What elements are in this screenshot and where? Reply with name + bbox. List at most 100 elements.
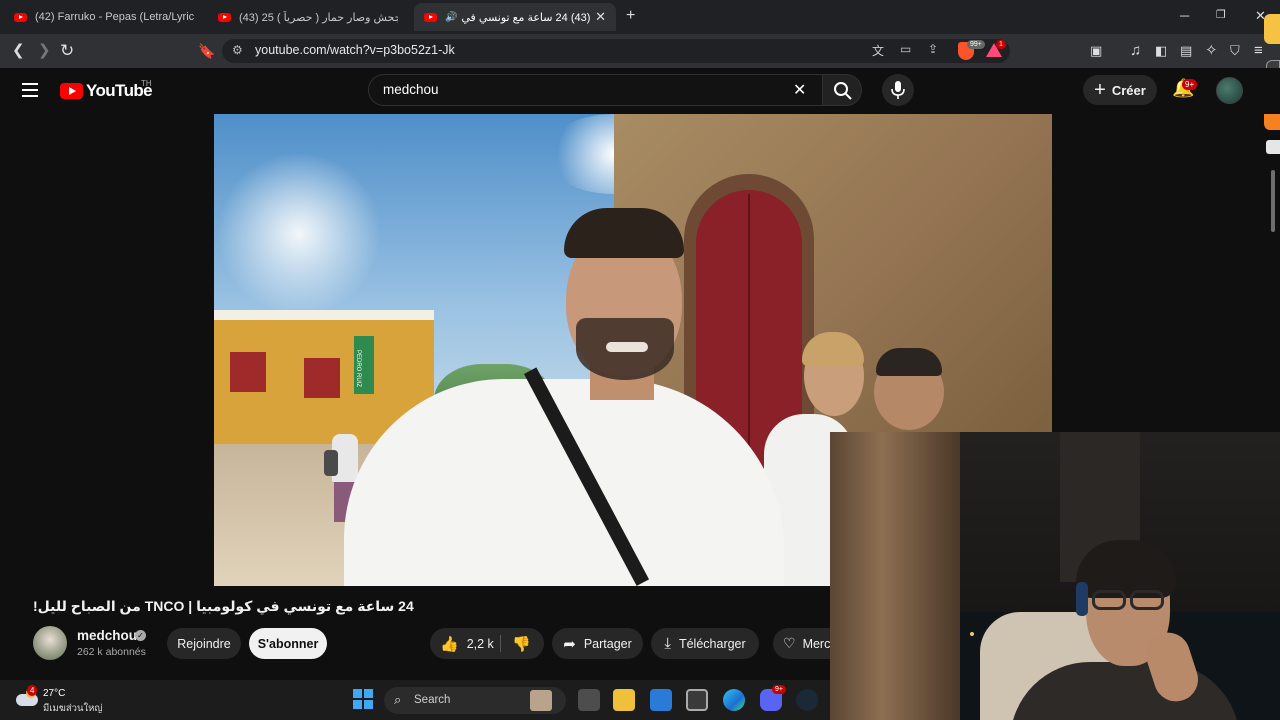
address-bar[interactable]: ⚙ youtube.com/watch?v=p3bo52z1-Jk 文 ▭ ⇪ <box>222 39 1010 63</box>
tab-title: (42) Farruko - Pepas (Letra/Lyrics) - Yo <box>35 11 194 23</box>
reload-icon[interactable]: ↻ <box>60 41 74 61</box>
task-view-icon[interactable] <box>578 689 600 711</box>
microphone-icon <box>891 81 905 99</box>
download-button[interactable]: ⤓ Télécharger <box>651 628 759 659</box>
thanks-heart-icon: ♡ <box>783 635 796 651</box>
webcam-glasses <box>1130 590 1164 610</box>
wallet-icon[interactable]: ▤ <box>1180 41 1192 61</box>
sidebar-panel-icon[interactable]: ▣ <box>1090 41 1102 61</box>
video-building-cornice <box>214 310 434 320</box>
leo-ai-icon[interactable]: ✧ <box>1205 41 1218 61</box>
search-input[interactable]: medchou <box>383 82 439 97</box>
back-icon[interactable]: ❮ <box>12 41 25 61</box>
youtube-logo-icon[interactable] <box>60 83 83 99</box>
video-window <box>304 358 340 398</box>
join-label: Rejoindre <box>177 636 231 651</box>
side-extension-icon[interactable] <box>1266 140 1280 154</box>
windows-taskbar: 4 27°C มีเมฆส่วนใหญ่ ⌕ Search 9+ <box>0 680 830 720</box>
video-man-hair <box>876 348 942 376</box>
subscribe-label: S'abonner <box>257 636 319 651</box>
speaker-icon[interactable]: 🔊 <box>445 12 457 23</box>
steam-icon[interactable] <box>796 689 818 711</box>
search-icon <box>834 82 852 100</box>
thanks-button[interactable]: ♡ Merci <box>773 628 830 659</box>
new-tab-icon[interactable]: + <box>626 7 635 25</box>
tab-aljahsh[interactable]: (43) كبر الجحش وصار حمار ( حصرياً ) 25 <box>208 3 408 31</box>
voice-search-button[interactable] <box>882 74 914 106</box>
guide-menu-icon[interactable] <box>22 83 38 97</box>
youtube-favicon-icon <box>14 12 27 22</box>
tab-active-video[interactable]: 🔊 (43) 24 ساعة مع تونسي في كولومبيا ✕ <box>414 3 616 31</box>
download-icon: ⤓ <box>664 635 671 652</box>
bookmark-icon[interactable]: 🔖 <box>198 41 215 61</box>
video-vlogger-smile <box>606 342 648 352</box>
webcam-curtain <box>830 432 960 720</box>
share-page-icon[interactable]: ⇪ <box>928 42 938 56</box>
webcam-city-lights <box>970 632 974 636</box>
webcam-glasses <box>1092 590 1126 610</box>
account-avatar[interactable] <box>1216 77 1243 104</box>
webcam-headset <box>1076 582 1088 616</box>
video-title: 24 ساعة مع تونسي في كولومبيا | TNCO من ا… <box>33 598 823 615</box>
webcam-overlay <box>830 432 1280 720</box>
youtube-favicon-icon <box>424 12 437 22</box>
vpn-icon[interactable]: ⛉ <box>1230 41 1240 61</box>
weather-condition[interactable]: มีเมฆส่วนใหญ่ <box>43 701 102 716</box>
tab-title: (43) 24 ساعة مع تونسي في كولومبيا <box>462 11 591 24</box>
media-icon[interactable]: ♫ <box>1130 41 1141 61</box>
search-highlight-icon <box>530 690 552 711</box>
browser-tab-strip: (42) Farruko - Pepas (Letra/Lyrics) - Yo… <box>0 0 1280 34</box>
shields-badge: 99+ <box>967 40 985 49</box>
create-label: Créer <box>1111 82 1146 98</box>
video-backpack <box>324 450 338 476</box>
channel-avatar[interactable] <box>33 626 67 660</box>
cast-icon[interactable]: ▭ <box>900 42 911 56</box>
create-button[interactable]: + Créer <box>1083 75 1157 105</box>
discord-badge: 9+ <box>772 685 786 694</box>
edge-browser-icon[interactable] <box>723 689 745 711</box>
close-tab-icon[interactable]: ✕ <box>595 9 606 25</box>
restore-icon[interactable]: ❐ <box>1216 8 1226 21</box>
plus-icon: + <box>1094 79 1106 101</box>
app-cube-icon[interactable] <box>686 689 708 711</box>
video-vlogger-hair <box>564 208 684 258</box>
channel-name[interactable]: medchou <box>77 628 137 643</box>
minimize-icon[interactable]: ─ <box>1180 8 1189 23</box>
join-button[interactable]: Rejoindre <box>167 628 241 659</box>
share-button[interactable]: ➦ Partager <box>552 628 643 659</box>
notification-count-badge: 9+ <box>1182 79 1198 90</box>
download-label: Télécharger <box>678 636 746 651</box>
menu-icon[interactable]: ≡ <box>1254 41 1263 61</box>
video-title-text: 24 ساعة مع تونسي في كولومبيا | TNCO من ا… <box>33 598 414 614</box>
site-info-icon[interactable]: ⚙ <box>232 43 243 57</box>
file-explorer-icon[interactable] <box>613 689 635 711</box>
tab-farruko[interactable]: (42) Farruko - Pepas (Letra/Lyrics) - Yo <box>4 3 204 31</box>
like-icon[interactable]: 👍 <box>440 635 459 653</box>
dislike-icon[interactable]: 👎 <box>512 635 531 653</box>
weather-temperature[interactable]: 27°C <box>43 688 65 699</box>
windows-start-icon[interactable] <box>353 689 373 709</box>
browser-toolbar: ❮ ❯ ↻ 🔖 ⚙ youtube.com/watch?v=p3bo52z1-J… <box>0 34 1280 68</box>
search-box[interactable]: medchou ✕ <box>368 74 823 106</box>
search-button[interactable] <box>822 74 862 106</box>
side-extension-icon[interactable] <box>1264 14 1280 44</box>
share-label: Partager <box>583 636 632 651</box>
rewards-badge: 1 <box>996 40 1006 49</box>
forward-icon[interactable]: ❯ <box>38 41 51 61</box>
subscribe-button[interactable]: S'abonner <box>249 628 327 659</box>
url-text: youtube.com/watch?v=p3bo52z1-Jk <box>255 43 455 57</box>
video-cloud <box>214 154 384 314</box>
youtube-header: YouTube TH medchou ✕ + Créer 🔔 9+ <box>0 68 1280 114</box>
like-divider <box>500 635 501 652</box>
like-count[interactable]: 2,2 k <box>467 637 494 651</box>
microsoft-store-icon[interactable] <box>650 689 672 711</box>
sidebar-toggle-icon[interactable]: ◧ <box>1155 41 1167 61</box>
subscriber-count: 262 k abonnés <box>77 646 146 658</box>
clear-search-icon[interactable]: ✕ <box>793 80 806 100</box>
share-arrow-icon: ➦ <box>563 635 576 653</box>
video-window <box>230 352 266 392</box>
taskbar-search-placeholder: Search <box>414 694 451 706</box>
taskbar-search-box[interactable]: ⌕ Search <box>384 687 566 714</box>
page-scrollbar[interactable] <box>1271 170 1275 232</box>
translate-icon[interactable]: 文 <box>872 42 884 59</box>
